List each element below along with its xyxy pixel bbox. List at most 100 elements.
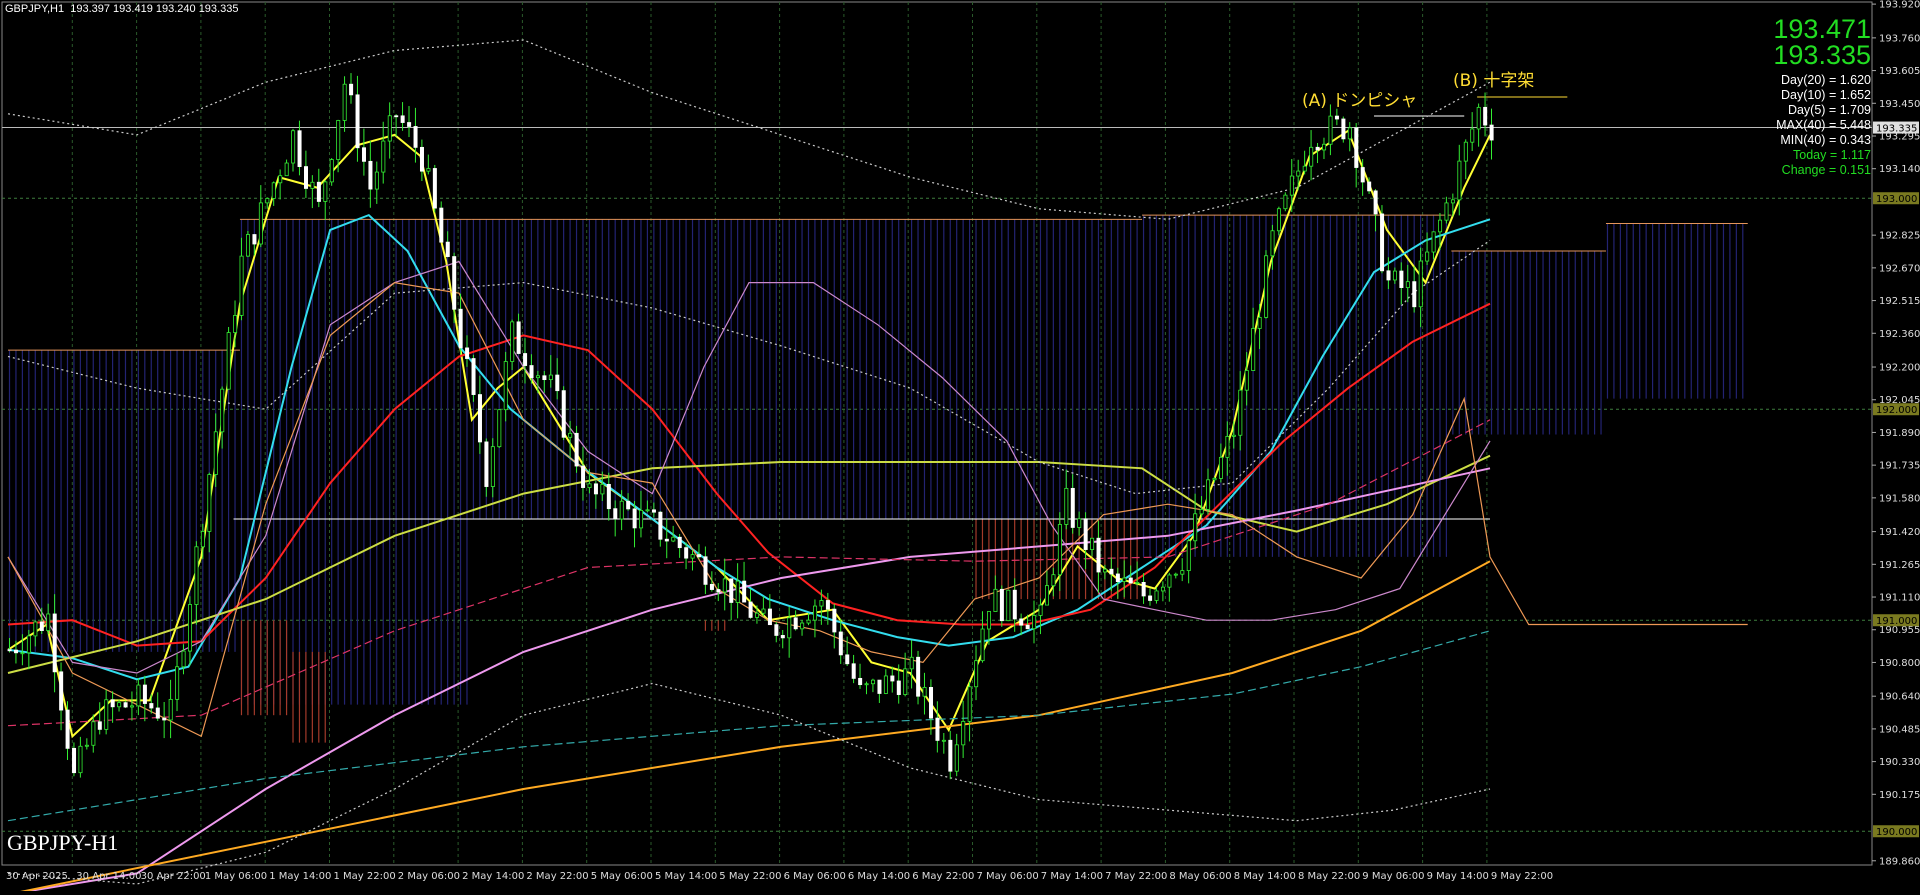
- candle-body: [871, 679, 876, 685]
- candle-body: [1064, 487, 1069, 525]
- candle-body: [1148, 595, 1153, 601]
- time-tick-label: 30 Apr 22:00: [141, 871, 206, 882]
- candle-body: [452, 256, 457, 310]
- candle-body: [471, 358, 476, 395]
- candle-body: [1470, 128, 1475, 143]
- price-tick-label: 191.580: [1879, 493, 1920, 504]
- candle-body: [1386, 270, 1391, 281]
- candle-body: [271, 182, 276, 199]
- price-tick-label: 193.450: [1879, 99, 1920, 110]
- candle-body: [458, 308, 463, 349]
- candle-body: [1083, 518, 1088, 550]
- level-tag-text: 191.000: [1876, 616, 1917, 627]
- candle-body: [484, 441, 489, 487]
- candle-body: [1206, 479, 1211, 510]
- candle-body: [1077, 518, 1082, 528]
- candle-body: [671, 536, 676, 542]
- candle-body: [329, 159, 334, 183]
- candle-body: [780, 635, 785, 639]
- candle-body: [1225, 436, 1230, 458]
- candle-body: [941, 739, 946, 742]
- candle-body: [1392, 270, 1397, 281]
- candle-body: [188, 604, 193, 652]
- candle-body: [645, 509, 650, 512]
- candle-body: [1218, 456, 1223, 479]
- candle-body: [1122, 577, 1127, 582]
- candle-body: [1238, 389, 1243, 436]
- candle-body: [439, 207, 444, 243]
- candle-body: [490, 446, 495, 487]
- price-tick-label: 189.860: [1879, 856, 1920, 867]
- candle-body: [1051, 574, 1056, 587]
- symbol-timeframe: GBPJPY,H1: [5, 3, 65, 15]
- candle-body: [123, 702, 128, 708]
- candle-body: [845, 654, 850, 665]
- candle-body: [1463, 141, 1468, 162]
- candle-body: [1489, 124, 1494, 141]
- candle-body: [896, 680, 901, 695]
- candle-body: [761, 608, 766, 614]
- price-tick-label: 193.920: [1879, 0, 1920, 11]
- candle-body: [806, 619, 811, 624]
- stat-min40: MIN(40) = 0.343: [1780, 133, 1871, 147]
- time-tick-label: 5 May 06:00: [591, 871, 653, 882]
- candle-body: [136, 684, 141, 707]
- candle-body: [613, 508, 618, 520]
- stat-max40: MAX(40) = 5.448: [1776, 118, 1871, 132]
- candle-body: [349, 83, 354, 96]
- candle-body: [838, 631, 843, 656]
- candle-body: [168, 698, 173, 721]
- candle-body: [291, 130, 296, 164]
- candle-body: [477, 394, 482, 443]
- stat-day10: Day(10) = 1.652: [1781, 88, 1871, 102]
- candle-body: [1012, 589, 1017, 620]
- candle-body: [1180, 570, 1185, 575]
- candle-body: [1405, 281, 1410, 288]
- candle-body: [632, 508, 637, 529]
- candle-body: [729, 578, 734, 603]
- time-tick-label: 2 May 06:00: [398, 871, 460, 882]
- candle-body: [1019, 618, 1024, 626]
- candle-body: [1167, 574, 1172, 588]
- candle-body: [709, 583, 714, 590]
- candle-body: [1199, 509, 1204, 515]
- price-tick-label: 191.420: [1879, 527, 1920, 538]
- candle-body: [400, 115, 405, 123]
- candle-body: [1109, 568, 1114, 575]
- symbol-label: GBPJPY-H1: [7, 830, 119, 855]
- time-tick-label: 9 May 06:00: [1362, 871, 1424, 882]
- candle-body: [1341, 118, 1346, 140]
- candle-body: [1160, 586, 1165, 592]
- candle-body: [59, 671, 64, 711]
- candle-body: [1070, 487, 1075, 528]
- price-tick-label: 190.485: [1879, 724, 1920, 735]
- candle-body: [78, 745, 83, 774]
- price-tick-label: 193.140: [1879, 164, 1920, 175]
- price-tick-label: 192.515: [1879, 296, 1920, 307]
- candle-body: [677, 536, 682, 549]
- candle-body: [1431, 231, 1436, 253]
- chart-header: GBPJPY,H1 193.397 193.419 193.240 193.33…: [5, 3, 238, 15]
- price-tick-label: 190.640: [1879, 692, 1920, 703]
- candle-body: [555, 374, 560, 392]
- candle-body: [52, 613, 57, 673]
- candle-body: [407, 122, 412, 127]
- bid-price: 193.471: [1773, 14, 1871, 44]
- annotation-b: (B) 十字架: [1453, 71, 1535, 91]
- candle-body: [1283, 194, 1288, 210]
- candle-body: [593, 483, 598, 495]
- price-chart[interactable]: 193.920193.760193.605193.450193.295193.1…: [0, 0, 1920, 895]
- candle-body: [832, 608, 837, 633]
- candle-body: [46, 613, 51, 631]
- candle-body: [664, 538, 669, 542]
- time-tick-label: 8 May 14:00: [1234, 871, 1296, 882]
- candle-body: [716, 589, 721, 593]
- candle-body: [922, 687, 927, 697]
- candle-body: [278, 175, 283, 184]
- time-tick-label: 8 May 22:00: [1298, 871, 1360, 882]
- price-tick-label: 190.800: [1879, 658, 1920, 669]
- candle-body: [748, 601, 753, 618]
- candle-body: [297, 130, 302, 167]
- candle-body: [1257, 316, 1262, 329]
- candle-body: [639, 509, 644, 529]
